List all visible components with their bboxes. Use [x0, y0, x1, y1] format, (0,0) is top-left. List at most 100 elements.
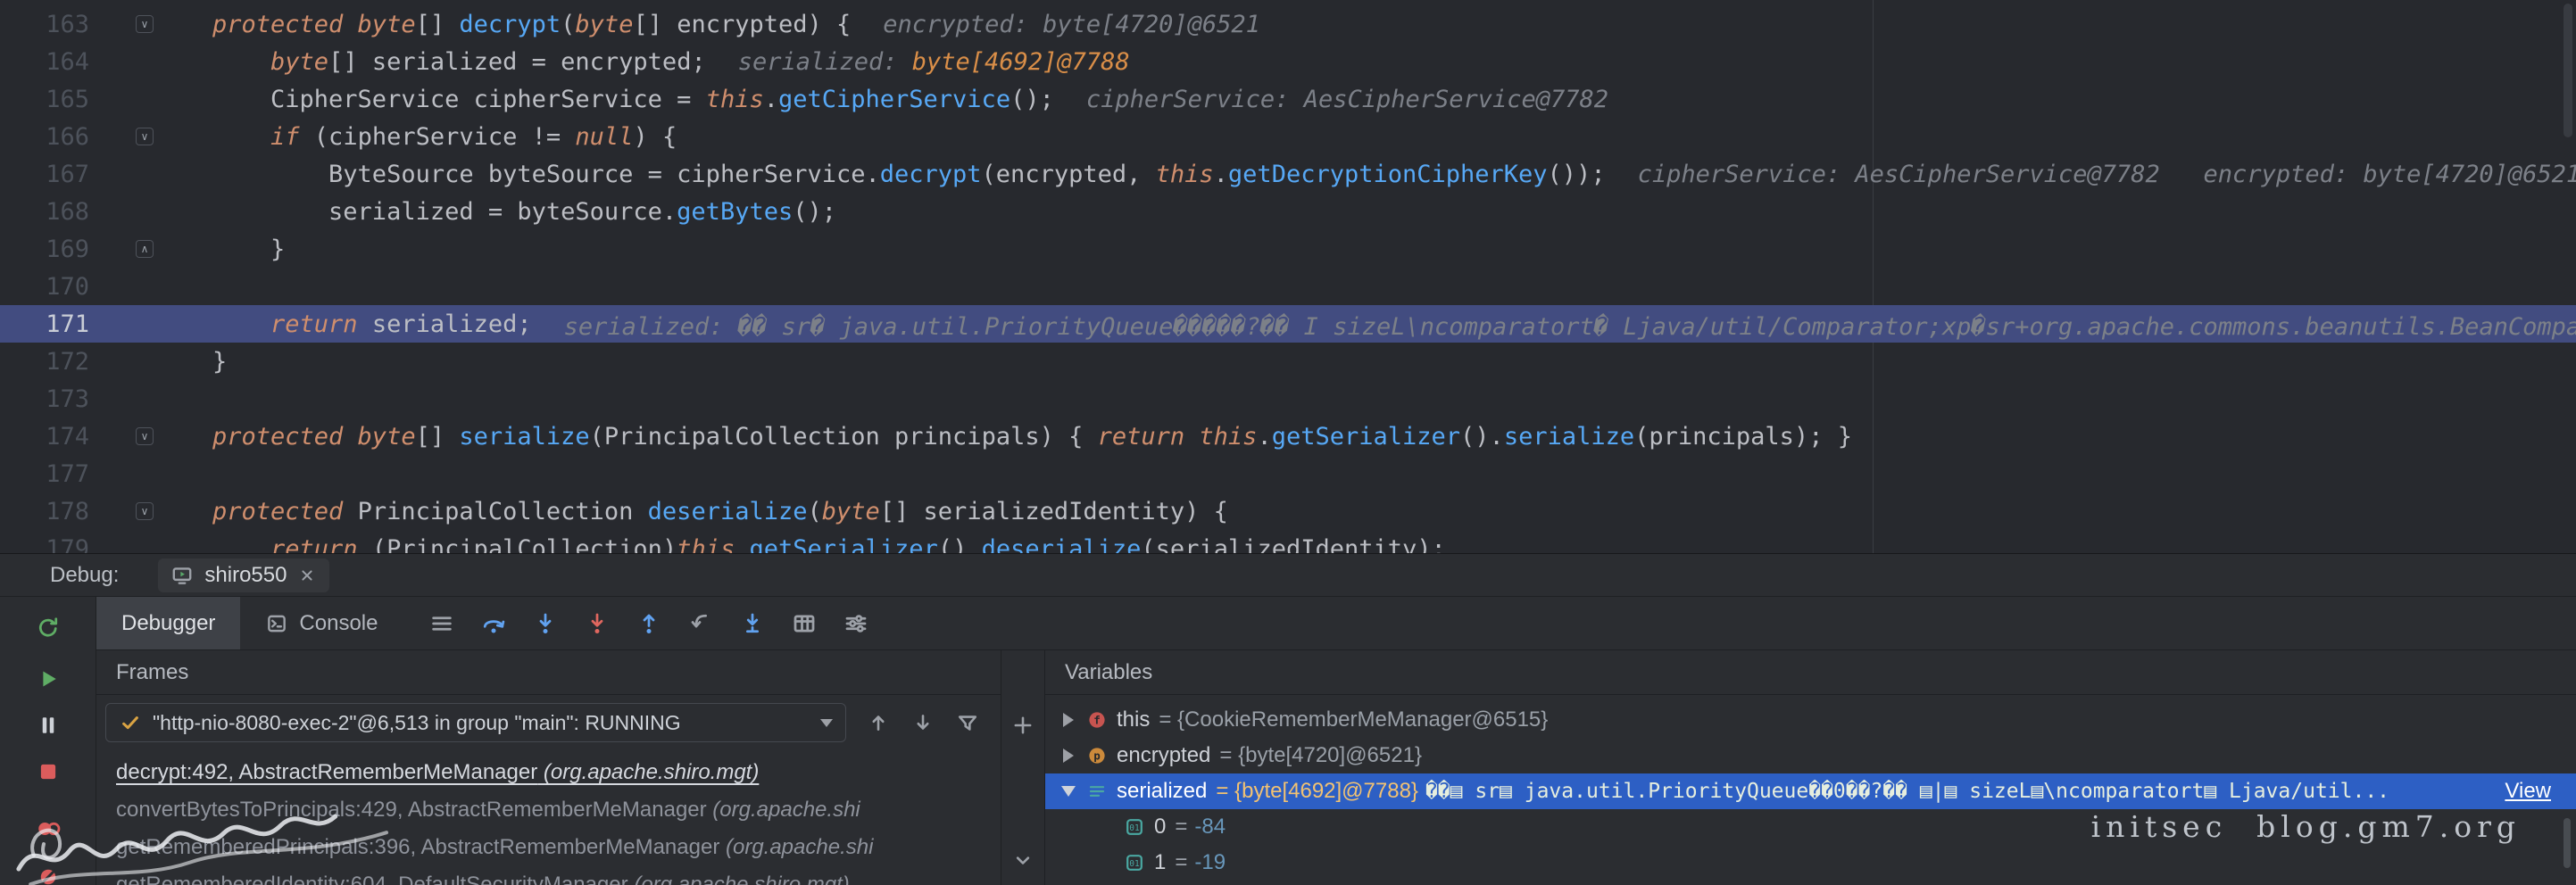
tab-debugger[interactable]: Debugger [96, 597, 240, 649]
code-editor[interactable]: 163 ∨ protected byte[] decrypt(byte[] encr… [0, 0, 2576, 553]
primitive-icon: 01 [1124, 816, 1145, 838]
layout-menu-button[interactable] [422, 604, 461, 643]
code-line: 172} [0, 343, 2576, 380]
view-breakpoints-button[interactable] [29, 809, 68, 848]
debugger-toolbar: DebuggerConsole [96, 597, 2576, 650]
chevron-down-icon [1010, 848, 1035, 873]
line-number[interactable]: 179 [0, 535, 89, 554]
variables-scrollbar[interactable] [2562, 702, 2572, 880]
variable-row-serialized[interactable]: serialized= {byte[4692]@7788}��▤ sr▤ jav… [1045, 773, 2576, 809]
settings-sliders-button[interactable] [836, 604, 876, 643]
line-number[interactable]: 174 [0, 423, 89, 451]
filter-button[interactable] [948, 703, 987, 742]
rerun-icon [35, 614, 62, 641]
stack-frame[interactable]: convertBytesToPrincipals:429, AbstractRe… [96, 791, 1001, 829]
thread-check-icon [119, 711, 142, 734]
variables-scrollbar-thumb[interactable] [2564, 818, 2571, 868]
step-over-button[interactable] [474, 604, 513, 643]
step-out-button[interactable] [629, 604, 669, 643]
editor-scrollbar-thumb[interactable] [2564, 4, 2572, 137]
line-number[interactable]: 177 [0, 460, 89, 488]
frames-list: decrypt:492, AbstractRememberMeManager (… [96, 754, 1001, 885]
close-icon[interactable] [297, 566, 317, 585]
tab-console[interactable]: Console [240, 597, 403, 649]
code-text[interactable]: CipherService cipherService = this.getCi… [212, 86, 1054, 113]
variable-value: = [1175, 815, 1187, 840]
line-number[interactable]: 172 [0, 348, 89, 376]
frames-header: Frames [116, 660, 188, 685]
arrow-down-button[interactable] [903, 703, 943, 742]
stop-button[interactable] [29, 752, 68, 791]
stack-frame[interactable]: getRememberedIdentity:604, DefaultSecuri… [96, 866, 1001, 885]
code-text[interactable]: protected byte[] decrypt(byte[] encrypte… [212, 11, 851, 38]
pause-button[interactable] [29, 706, 68, 745]
rerun-button[interactable] [29, 608, 68, 647]
fold-marker[interactable]: ∨ [136, 128, 154, 145]
resume-button[interactable] [29, 659, 68, 699]
chevron-down-icon[interactable] [1061, 786, 1076, 797]
code-text[interactable]: return serialized; [212, 310, 532, 338]
execution-line: 171 return serialized;serialized: �� sr�… [0, 305, 2576, 343]
line-number[interactable]: 164 [0, 48, 89, 76]
drop-frame-icon [687, 610, 714, 637]
arrow-up-button[interactable] [859, 703, 898, 742]
force-step-into-button[interactable] [578, 604, 617, 643]
fold-marker[interactable]: ∨ [136, 502, 154, 520]
line-number[interactable]: 171 [0, 310, 89, 338]
inline-debugger-hint: cipherService: AesCipherService@7782 [1086, 86, 1608, 113]
step-into-button[interactable] [526, 604, 565, 643]
line-number[interactable]: 168 [0, 198, 89, 226]
thread-selector[interactable]: "http-nio-8080-exec-2"@6,513 in group "m… [105, 703, 846, 742]
run-to-cursor-button[interactable] [733, 604, 772, 643]
code-text[interactable]: ByteSource byteSource = cipherService.de… [212, 161, 1606, 188]
stack-frame-package: (org.apache.shiro.mgt) [628, 873, 850, 885]
code-line: 177 [0, 455, 2576, 492]
stack-frame[interactable]: decrypt:492, AbstractRememberMeManager (… [96, 754, 1001, 791]
mute-breakpoints-button[interactable] [29, 857, 68, 885]
line-number[interactable]: 166 [0, 123, 89, 151]
watermark-text: initsec blog.gm7.org [2091, 809, 2521, 844]
line-number[interactable]: 163 [0, 11, 89, 38]
variable-row-this[interactable]: fthis= {CookieRememberMeManager@6515} [1045, 702, 2576, 738]
chevron-right-icon[interactable] [1063, 749, 1074, 763]
inline-debugger-hint: encrypted: byte[4720]@6521 [883, 11, 1260, 38]
line-number[interactable]: 178 [0, 498, 89, 525]
inline-debugger-hint: serialized: byte[4692]@7788 [738, 48, 1130, 76]
fold-column: ∧ [89, 240, 182, 258]
code-line: 168 serialized = byteSource.getBytes(); [0, 193, 2576, 230]
debug-tab-title: shiro550 [204, 563, 287, 588]
code-text[interactable]: if (cipherService != null) { [212, 123, 677, 151]
code-text[interactable]: return (PrincipalCollection)this.getSeri… [212, 535, 1446, 554]
line-number[interactable]: 173 [0, 385, 89, 413]
table-view-button[interactable] [785, 604, 824, 643]
chevron-down-button[interactable] [1003, 840, 1043, 880]
code-text[interactable]: serialized = byteSource.getBytes(); [212, 198, 836, 226]
code-text[interactable]: byte[] serialized = encrypted; [212, 48, 706, 76]
line-number[interactable]: 169 [0, 236, 89, 263]
chevron-right-icon[interactable] [1063, 713, 1074, 727]
code-text[interactable]: } [212, 236, 285, 263]
code-text[interactable]: protected PrincipalCollection deserializ… [212, 498, 1228, 525]
console-icon [265, 612, 288, 635]
editor-scrollbar[interactable] [2562, 4, 2574, 548]
code-text[interactable]: protected byte[] serialize(PrincipalColl… [212, 423, 1852, 451]
stack-frame[interactable]: getRememberedPrincipals:396, AbstractRem… [96, 829, 1001, 866]
code-line: 167 ByteSource byteSource = cipherServic… [0, 155, 2576, 193]
line-number[interactable]: 170 [0, 273, 89, 301]
stack-frame-location: decrypt:492, AbstractRememberMeManager (… [116, 760, 759, 785]
fold-marker[interactable]: ∨ [136, 427, 154, 445]
fold-marker[interactable]: ∨ [136, 15, 154, 33]
variable-row-1[interactable]: 011=-19 [1045, 845, 2576, 881]
fold-marker[interactable]: ∧ [136, 240, 154, 258]
variable-name: 1 [1154, 850, 1166, 875]
code-line: 179 return (PrincipalCollection)this.get… [0, 530, 2576, 553]
debug-session-tab[interactable]: shiro550 [158, 558, 329, 592]
line-number[interactable]: 165 [0, 86, 89, 113]
plus-button[interactable] [1003, 706, 1043, 745]
code-text[interactable]: } [212, 348, 227, 376]
arrow-down-icon [910, 710, 935, 735]
variable-row-encrypted[interactable]: pencrypted= {byte[4720]@6521} [1045, 738, 2576, 773]
view-link[interactable]: View [2487, 779, 2551, 804]
drop-frame-button[interactable] [681, 604, 720, 643]
line-number[interactable]: 167 [0, 161, 89, 188]
